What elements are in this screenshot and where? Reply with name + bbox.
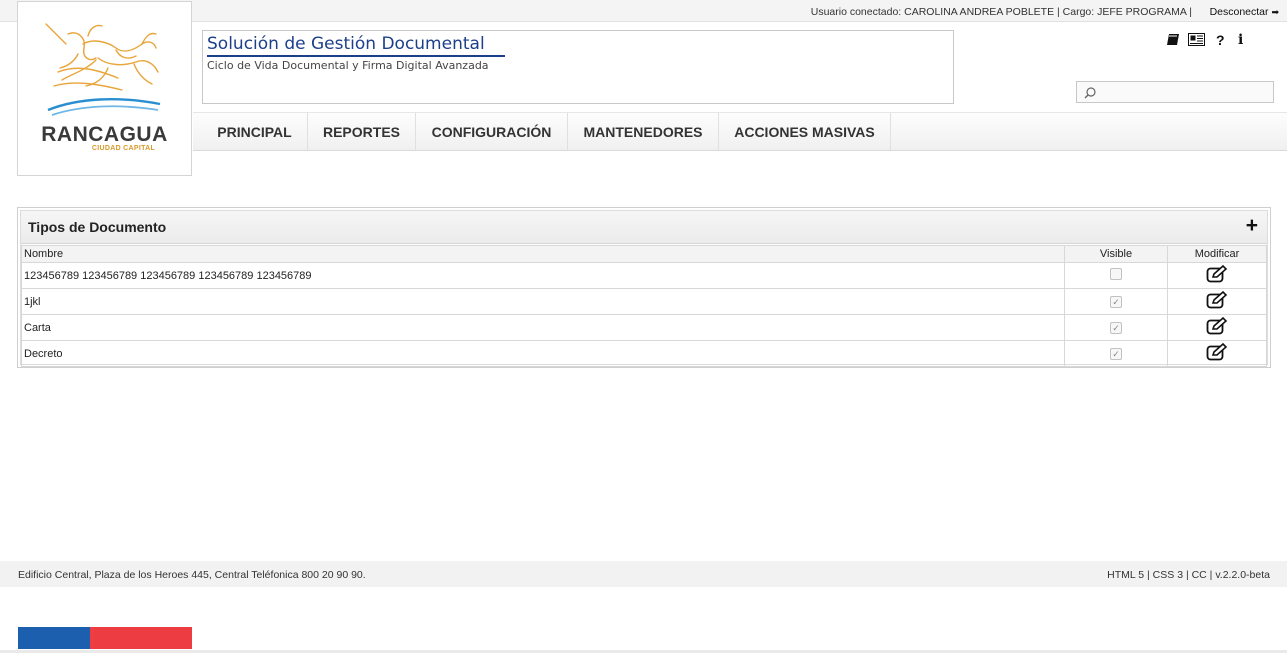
search-input[interactable] <box>1099 84 1273 102</box>
row-name: 1jkl <box>21 288 1065 315</box>
edit-icon[interactable] <box>1206 290 1228 312</box>
edit-icon[interactable] <box>1206 316 1228 338</box>
row-name: 123456789 123456789 123456789 123456789 … <box>21 262 1065 289</box>
visible-checkbox[interactable]: ✓ <box>1110 347 1122 360</box>
edit-icon[interactable] <box>1206 342 1228 364</box>
search-box[interactable] <box>1076 81 1274 103</box>
logout-label: Desconectar <box>1209 6 1269 18</box>
top-user-bar: Usuario conectado: CAROLINA ANDREA POBLE… <box>0 0 1287 22</box>
table-row: 123456789 123456789 123456789 123456789 … <box>21 262 1267 289</box>
column-header-visible[interactable]: Visible <box>1064 245 1168 263</box>
document-types-table: Nombre Visible Modificar 123456789 12345… <box>21 245 1267 367</box>
horse-rider-emblem <box>45 23 161 116</box>
table-row: Carta ✓ <box>21 314 1267 341</box>
logo-name: RANCAGUA <box>41 123 168 146</box>
nav-item-mantenedores[interactable]: MANTENEDORES <box>568 113 719 150</box>
nav-item-principal[interactable]: PRINCIPAL <box>202 113 308 150</box>
user-info: Usuario conectado: CAROLINA ANDREA POBLE… <box>810 6 1192 18</box>
book-icon[interactable] <box>1166 33 1180 49</box>
add-icon[interactable]: + <box>1246 214 1258 238</box>
visible-checkbox[interactable] <box>1110 268 1122 280</box>
logout-icon: ➡ <box>1271 7 1279 17</box>
main-nav: PRINCIPAL REPORTES CONFIGURACIÓN MANTENE… <box>193 112 1287 151</box>
row-name: Decreto <box>21 340 1065 367</box>
info-icon[interactable]: i <box>1238 32 1243 48</box>
document-types-panel: Tipos de Documento + Nombre Visible Modi… <box>17 207 1271 368</box>
edit-icon[interactable] <box>1206 264 1228 286</box>
app-title-box: Solución de Gestión Documental Ciclo de … <box>202 30 954 104</box>
newspaper-icon[interactable] <box>1188 33 1205 49</box>
panel-header: Tipos de Documento + <box>21 211 1267 244</box>
visible-checkbox[interactable]: ✓ <box>1110 321 1122 334</box>
help-icon[interactable]: ? <box>1216 32 1225 48</box>
flag-stripe-red <box>90 627 192 649</box>
table-row: 1jkl ✓ <box>21 288 1267 315</box>
search-icon <box>1084 87 1096 99</box>
nav-item-acciones-masivas[interactable]: ACCIONES MASIVAS <box>719 113 891 150</box>
row-name: Carta <box>21 314 1065 341</box>
nav-item-reportes[interactable]: REPORTES <box>308 113 416 150</box>
logo-tagline: CIUDAD CAPITAL <box>91 145 156 152</box>
footer: Edificio Central, Plaza de los Heroes 44… <box>0 561 1287 587</box>
panel-title: Tipos de Documento <box>28 219 167 235</box>
logo[interactable]: RANCAGUA CIUDAD CAPITAL <box>17 1 192 176</box>
app-title: Solución de Gestión Documental <box>207 34 505 57</box>
footer-tech-info: HTML 5 | CSS 3 | CC | v.2.2.0-beta <box>1107 569 1270 581</box>
nav-item-configuracion[interactable]: CONFIGURACIÓN <box>416 113 568 150</box>
logout-link[interactable]: Desconectar ➡ <box>1210 6 1279 18</box>
app-subtitle: Ciclo de Vida Documental y Firma Digital… <box>207 59 489 72</box>
flag-stripe-blue <box>18 627 90 649</box>
visible-checkbox[interactable]: ✓ <box>1110 295 1122 308</box>
table-header-row: Nombre Visible Modificar <box>21 245 1267 263</box>
footer-address: Edificio Central, Plaza de los Heroes 44… <box>18 569 366 581</box>
column-header-name[interactable]: Nombre <box>21 245 1065 263</box>
column-header-modify[interactable]: Modificar <box>1167 245 1267 263</box>
table-row: Decreto ✓ <box>21 340 1267 367</box>
